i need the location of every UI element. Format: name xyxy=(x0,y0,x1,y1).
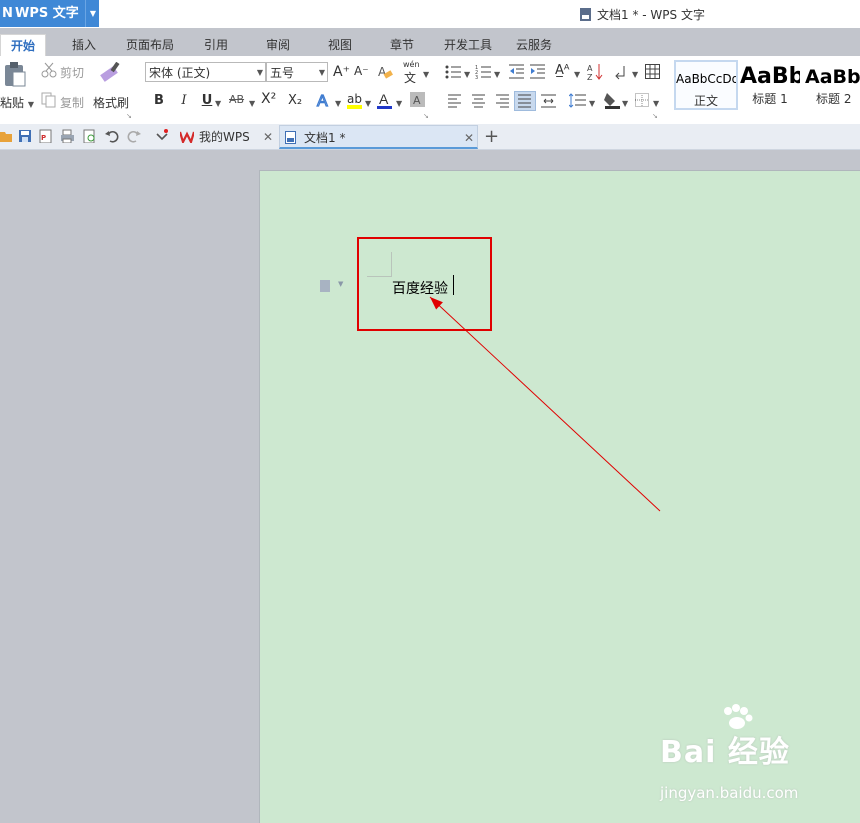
watermark-url: jingyan.baidu.com xyxy=(660,784,799,802)
baidu-watermark: Bai 经验 jingyan.baidu.com xyxy=(660,704,798,802)
annotation-arrow-line xyxy=(429,296,661,512)
annotation-arrow xyxy=(429,296,661,512)
watermark-brand: Bai 经验 xyxy=(660,735,790,770)
paw-logo-icon xyxy=(724,704,753,729)
